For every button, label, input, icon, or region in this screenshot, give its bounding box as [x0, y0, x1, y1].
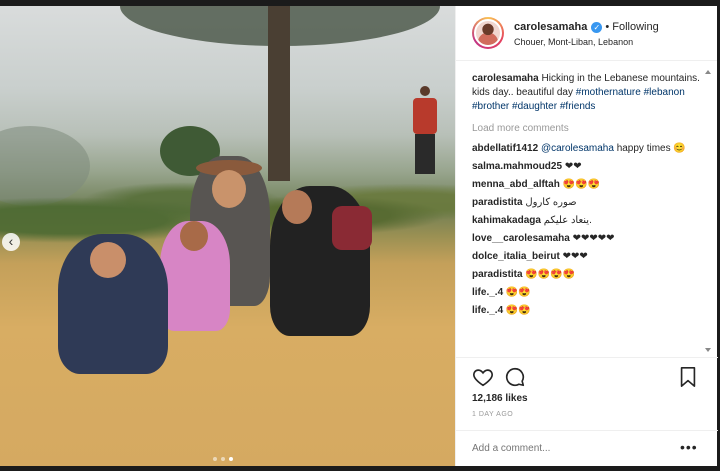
- scroll-down-icon[interactable]: [705, 348, 711, 352]
- likes-count[interactable]: 12,186 likes: [472, 393, 528, 404]
- small-girl-figure: [160, 221, 230, 331]
- comment-username[interactable]: paradistita: [472, 197, 523, 208]
- carousel-dot: [221, 457, 225, 461]
- tree-trunk: [268, 6, 290, 181]
- comment-item: life._.4 😍😍: [472, 304, 710, 318]
- heart-icon[interactable]: [472, 366, 494, 388]
- comment-text: 😍😍😍😍: [525, 269, 576, 280]
- comment-item: love__carolesamaha ❤❤❤❤❤: [472, 232, 710, 246]
- comment-item: paradistita صوره كارول: [472, 196, 710, 210]
- comment-username[interactable]: life._.4: [472, 305, 503, 316]
- separator: •: [605, 21, 610, 33]
- follow-button[interactable]: Following: [612, 21, 658, 33]
- bookmark-icon[interactable]: [678, 366, 698, 388]
- comment-item: salma.mahmoud25 ❤❤: [472, 160, 710, 174]
- post-timestamp[interactable]: 1 DAY AGO: [472, 411, 513, 418]
- comment-username[interactable]: menna_abd_alftah: [472, 179, 560, 190]
- avatar[interactable]: [472, 17, 504, 49]
- comment-username[interactable]: dolce_italia_beirut: [472, 251, 560, 262]
- add-comment-bar: •••: [456, 430, 718, 468]
- comment-text: ❤❤❤❤❤: [572, 233, 615, 244]
- comment-username[interactable]: abdellatif1412: [472, 143, 538, 154]
- add-comment-input[interactable]: [472, 443, 662, 454]
- comment-item: kahimakadaga ينعاد عليكم.: [472, 214, 710, 228]
- comment-username[interactable]: love__carolesamaha: [472, 233, 570, 244]
- girl-figure: [270, 186, 372, 336]
- comment-item: dolce_italia_beirut ❤❤❤: [472, 250, 710, 264]
- hashtag[interactable]: #mothernature: [576, 87, 641, 98]
- location-link[interactable]: Chouer, Mont-Liban, Lebanon: [514, 37, 633, 47]
- caption-username[interactable]: carolesamaha: [472, 73, 539, 84]
- post-actions: 12,186 likes 1 DAY AGO •••: [456, 357, 718, 467]
- comment-item: menna_abd_alftah 😍😍😍: [472, 178, 710, 192]
- hashtag[interactable]: #daughter: [512, 101, 557, 112]
- comment-username[interactable]: life._.4: [472, 287, 503, 298]
- load-more-comments-button[interactable]: Load more comments: [472, 122, 710, 136]
- verified-check-icon: ✓: [591, 21, 603, 33]
- post-header: carolesamaha ✓ • Following Chouer, Mont-…: [456, 6, 717, 61]
- comment-username[interactable]: kahimakadaga: [472, 215, 541, 226]
- more-options-button[interactable]: •••: [680, 439, 698, 455]
- hashtag[interactable]: #lebanon: [644, 87, 685, 98]
- carousel-prev-button[interactable]: ‹: [2, 233, 20, 251]
- comment-icon[interactable]: [504, 366, 526, 388]
- comment-text: 😍😍: [505, 305, 531, 316]
- comment-username[interactable]: salma.mahmoud25: [472, 161, 562, 172]
- comment-text: happy times 😊: [616, 143, 686, 154]
- comment-item: paradistita 😍😍😍😍: [472, 268, 710, 282]
- comment-mention[interactable]: @carolesamaha: [541, 143, 614, 154]
- comment-text: 😍😍: [505, 287, 531, 298]
- background-person: [413, 86, 437, 186]
- comment-text: ❤❤: [564, 161, 582, 172]
- carousel-dot: [213, 457, 217, 461]
- comments-list[interactable]: carolesamaha Hicking in the Lebanese mou…: [472, 72, 710, 357]
- hashtag[interactable]: #friends: [560, 101, 596, 112]
- comment-text: 😍😍😍: [562, 179, 600, 190]
- carousel-dots: [213, 457, 233, 461]
- comment-username[interactable]: paradistita: [472, 269, 523, 280]
- carousel-dot-active: [229, 457, 233, 461]
- hashtag[interactable]: #brother: [472, 101, 509, 112]
- comment-text: صوره كارول: [525, 197, 577, 208]
- post-photo[interactable]: ‹: [0, 6, 455, 466]
- post-side-panel: carolesamaha ✓ • Following Chouer, Mont-…: [455, 6, 718, 467]
- boy-figure: [58, 234, 168, 374]
- comment-item: abdellatif1412 @carolesamaha happy times…: [472, 142, 710, 156]
- comment-text: ينعاد عليكم.: [543, 215, 592, 226]
- caption: carolesamaha Hicking in the Lebanese mou…: [472, 72, 710, 114]
- username-link[interactable]: carolesamaha: [514, 21, 587, 33]
- username-row: carolesamaha ✓ • Following: [514, 21, 659, 33]
- comment-item: life._.4 😍😍: [472, 286, 710, 300]
- comment-text: ❤❤❤: [562, 251, 588, 262]
